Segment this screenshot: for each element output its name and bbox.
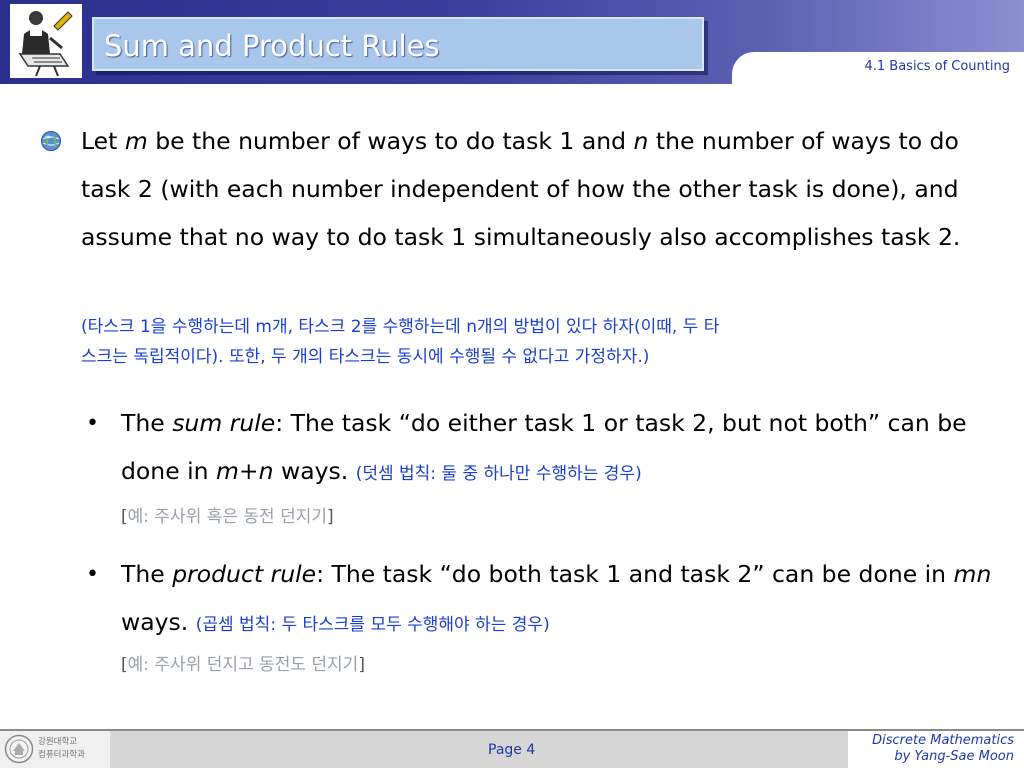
variable-m: m <box>124 127 148 155</box>
sum-rule-term: sum rule <box>172 409 276 437</box>
intro-paragraph: Let m be the number of ways to do task 1… <box>81 117 1001 261</box>
university-name: 강원대학교 컴퓨터과학과 <box>38 736 85 762</box>
course-author: by Yang-Sae Moon <box>894 749 1014 764</box>
product-rule-bullet: • <box>86 562 99 587</box>
intro-korean-line-1: (타스크 1을 수행하는데 m개, 타스크 2를 수행하는데 n개의 방법이 있… <box>81 317 720 337</box>
product-rule-text-1: The <box>121 560 173 588</box>
product-rule-expression: mn <box>953 560 992 588</box>
sum-rule-text-3: ways. <box>273 457 356 485</box>
product-rule-korean: (곱셈 법칙: 두 타스크를 모두 수행해야 하는 경우) <box>195 615 550 635</box>
sum-rule-example: [예: 주사위 혹은 동전 던지기] <box>121 502 334 527</box>
product-example-close-bracket: ] <box>358 655 365 675</box>
university-name-line-1: 강원대학교 <box>38 737 78 747</box>
intro-korean-line-2: 스크는 독립적이다). 또한, 두 개의 타스크는 동시에 수행될 수 없다고 … <box>81 347 650 367</box>
sum-rule-text-1: The <box>121 409 173 437</box>
product-rule-example: [예: 주사위 던지고 동전도 던지기] <box>121 650 365 675</box>
university-name-line-2: 컴퓨터과학과 <box>38 750 85 760</box>
intro-text-2: be the number of ways to do task 1 and <box>147 127 634 155</box>
sum-example-close-bracket: ] <box>327 507 334 527</box>
sum-rule-korean: (덧셈 법칙: 둘 중 하나만 수행하는 경우) <box>355 464 642 484</box>
reader-figure-icon <box>10 4 82 78</box>
course-credit: Discrete Mathematics by Yang-Sae Moon <box>872 733 1014 765</box>
intro-text-1: Let <box>81 127 125 155</box>
intro-korean: (타스크 1을 수행하는데 m개, 타스크 2를 수행하는데 n개의 방법이 있… <box>81 312 1001 372</box>
footer-mid-panel <box>110 731 848 768</box>
product-rule-text-3: ways. <box>121 608 196 636</box>
sum-example-open-bracket: [ <box>121 507 128 527</box>
page-title: Sum and Product Rules <box>104 29 440 63</box>
product-example-open-bracket: [ <box>121 655 128 675</box>
globe-bullet-icon <box>40 130 62 152</box>
section-label: 4.1 Basics of Counting <box>864 59 1010 74</box>
course-name: Discrete Mathematics <box>872 733 1014 748</box>
page-number: Page 4 <box>488 742 536 758</box>
university-seal-icon <box>4 734 34 764</box>
sum-rule-expression: m+n <box>216 457 274 485</box>
product-rule-paragraph: The product rule: The task “do both task… <box>121 550 1001 646</box>
product-rule-term: product rule <box>172 560 317 588</box>
product-example-text: 예: 주사위 던지고 동전도 던지기 <box>127 655 359 675</box>
sum-rule-bullet: • <box>86 411 99 436</box>
sum-example-text: 예: 주사위 혹은 동전 던지기 <box>127 507 328 527</box>
product-rule-text-2: : The task “do both task 1 and task 2” c… <box>316 560 954 588</box>
sum-rule-paragraph: The sum rule: The task “do either task 1… <box>121 399 1001 495</box>
variable-n: n <box>633 127 649 155</box>
